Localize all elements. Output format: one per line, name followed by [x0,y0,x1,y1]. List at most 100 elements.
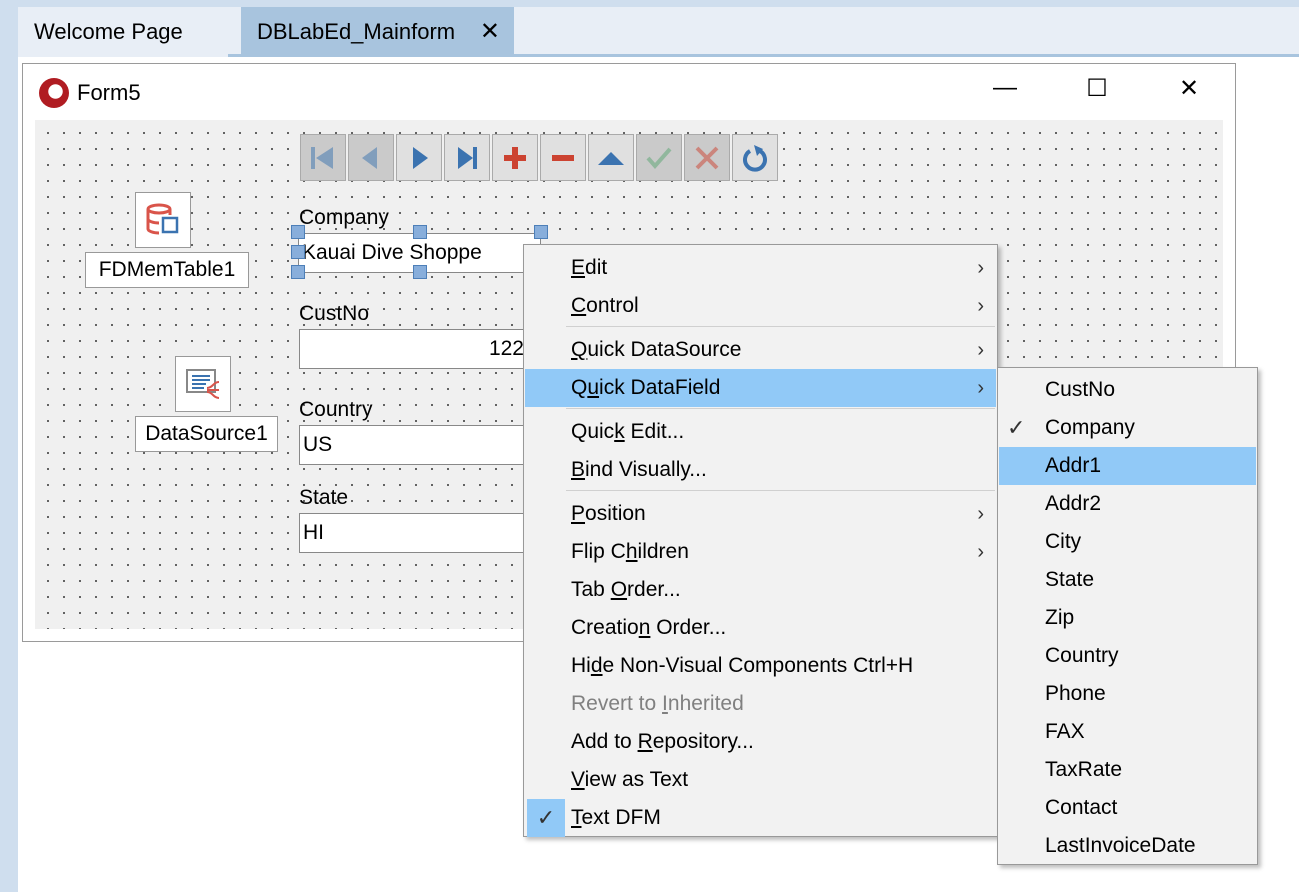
selection-handle[interactable] [413,225,427,239]
selection-handle[interactable] [291,225,305,239]
menu-item-label: Tab Order... [571,578,681,601]
submenu-item-label: FAX [1045,720,1085,743]
submenu-item-country[interactable]: Country [999,637,1256,675]
nav-last-button[interactable] [444,134,490,181]
close-icon[interactable]: ✕ [480,7,500,57]
menu-item-label: Creation Order... [571,616,727,639]
nav-refresh-button[interactable] [732,134,778,181]
database-chip-icon [146,203,179,235]
top-strip [0,0,1299,7]
menu-separator [566,408,995,409]
context-menu: Edit › Control › Quick DataSource › Quick Data… [523,244,998,837]
menu-item-label: Control [571,294,639,317]
fdmemtable-label: FDMemTable1 [85,252,249,288]
menu-item-label: Quick Edit... [571,420,685,443]
submenu-item-zip[interactable]: Zip [999,599,1256,637]
nav-insert-button[interactable] [492,134,538,181]
custno-edit[interactable]: 122 [299,329,527,369]
submenu-item-label: Phone [1045,682,1106,705]
x-icon [695,146,719,169]
state-label: State [299,486,349,509]
submenu-item-label: TaxRate [1045,758,1123,781]
submenu-item-label: Company [1045,416,1135,439]
submenu-item-custno[interactable]: CustNo [999,371,1256,409]
left-panel-strip [0,0,18,892]
last-record-icon [458,146,477,169]
maximize-button[interactable]: ☐ [1077,74,1117,103]
close-button[interactable]: ✕ [1169,74,1209,103]
fdmemtable-component[interactable] [135,192,191,248]
selection-handle[interactable] [534,225,548,239]
menu-item-quick-datasource[interactable]: Quick DataSource › [525,331,996,369]
menu-item-view-as-text[interactable]: View as Text [525,761,996,799]
nav-cancel-button[interactable] [684,134,730,181]
chevron-right-icon: › [977,541,984,563]
menu-item-label: Quick DataSource [571,338,742,361]
menu-item-control[interactable]: Control › [525,287,996,325]
submenu-item-lastinvoicedate[interactable]: LastInvoiceDate [999,827,1256,865]
nav-first-button[interactable] [300,134,346,181]
tab-dblabed-mainform[interactable]: DBLabEd_Mainform ✕ [241,7,514,57]
check-icon: ✓ [1007,415,1026,440]
quick-datafield-submenu: CustNo ✓ Company Addr1 Addr2 City State Zip Coun… [997,367,1258,865]
menu-item-creation-order[interactable]: Creation Order... [525,609,996,647]
submenu-item-city[interactable]: City [999,523,1256,561]
menu-item-hide-non-visual-components-ctrl-h[interactable]: Hide Non-Visual Components Ctrl+H [525,647,996,685]
check-icon [646,147,672,169]
menu-item-position[interactable]: Position › [525,495,996,533]
selection-handle[interactable] [413,265,427,279]
submenu-item-contact[interactable]: Contact [999,789,1256,827]
menu-item-edit[interactable]: Edit › [525,249,996,287]
first-record-icon [311,146,333,169]
tab-welcome-page[interactable]: Welcome Page [18,7,228,57]
datasource-component[interactable] [175,356,231,412]
submenu-item-addr1[interactable]: Addr1 [999,447,1256,485]
nav-post-button[interactable] [636,134,682,181]
tab-label: Welcome Page [34,19,183,44]
submenu-item-label: State [1045,568,1095,591]
menu-item-flip-children[interactable]: Flip Children › [525,533,996,571]
nav-next-button[interactable] [396,134,442,181]
submenu-item-addr2[interactable]: Addr2 [999,485,1256,523]
menu-item-bind-visually[interactable]: Bind Visually... [525,451,996,489]
menu-item-quick-datafield[interactable]: Quick DataField › [525,369,996,407]
menu-item-label: Add to Repository... [571,730,754,753]
selection-handle[interactable] [291,245,305,259]
state-edit[interactable]: HI [299,513,539,553]
menu-item-text-dfm[interactable]: ✓ Text DFM [525,799,996,837]
menu-separator [566,326,995,327]
selection-handle[interactable] [291,265,305,279]
submenu-item-label: Zip [1045,606,1075,629]
submenu-item-taxrate[interactable]: TaxRate [999,751,1256,789]
minimize-button[interactable]: — [985,74,1025,102]
chevron-right-icon: › [977,295,984,317]
prior-record-icon [362,146,377,169]
submenu-item-state[interactable]: State [999,561,1256,599]
editor-tab-bar: Welcome Page DBLabEd_Mainform ✕ [18,7,1299,57]
chevron-right-icon: › [977,377,984,399]
menu-item-label: Edit [571,256,608,279]
refresh-icon [743,144,767,172]
datasource-icon [186,369,220,399]
menu-item-tab-order[interactable]: Tab Order... [525,571,996,609]
country-label: Country [299,398,373,421]
menu-separator [566,490,995,491]
datasource-label: DataSource1 [135,416,278,452]
submenu-item-company[interactable]: ✓ Company [999,409,1256,447]
nav-delete-button[interactable] [540,134,586,181]
nav-prior-button[interactable] [348,134,394,181]
menu-item-add-to-repository[interactable]: Add to Repository... [525,723,996,761]
menu-item-quick-edit[interactable]: Quick Edit... [525,413,996,451]
company-label: Company [299,206,389,229]
menu-item-label: Quick DataField [571,376,721,399]
next-record-icon [413,146,428,169]
custno-label: CustNo [299,302,370,325]
submenu-item-label: Addr2 [1045,492,1102,515]
submenu-item-fax[interactable]: FAX [999,713,1256,751]
submenu-item-phone[interactable]: Phone [999,675,1256,713]
nav-edit-button[interactable] [588,134,634,181]
minus-icon [552,154,574,161]
menu-item-label: Hide Non-Visual Components Ctrl+H [571,654,914,677]
chevron-right-icon: › [977,257,984,279]
country-edit[interactable]: US [299,425,539,465]
